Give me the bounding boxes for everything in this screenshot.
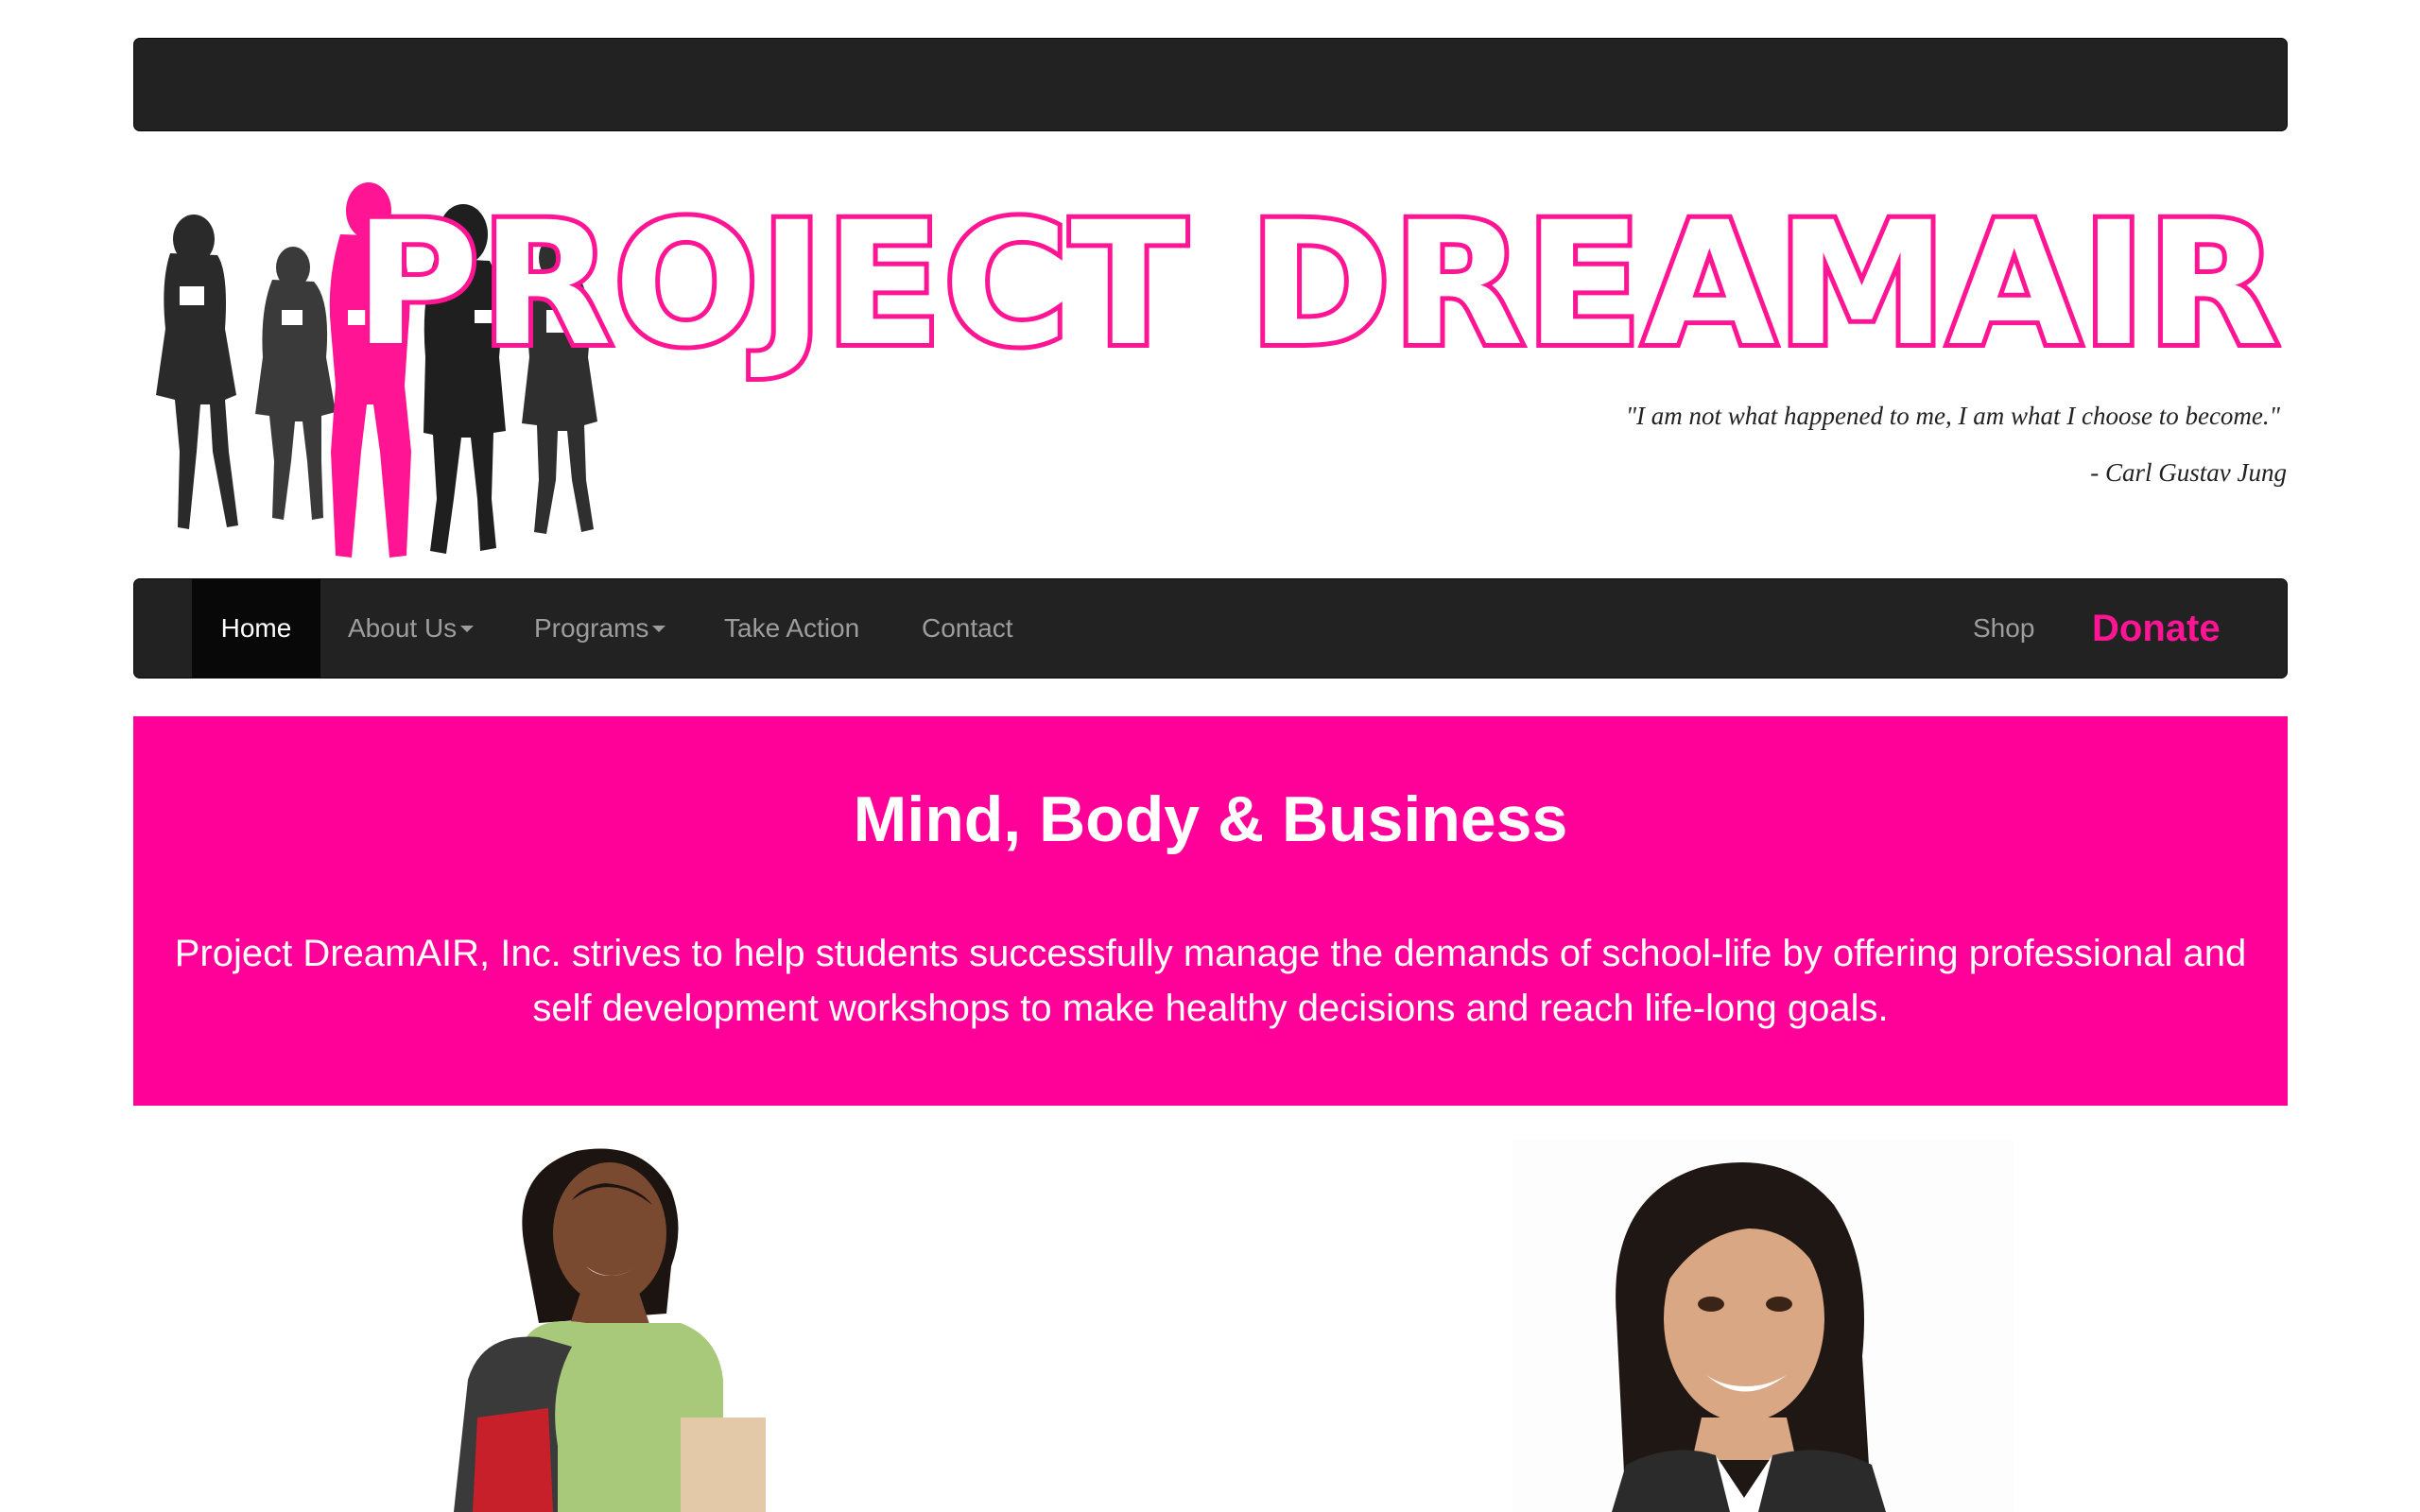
donate-button[interactable]: Donate [2092, 579, 2221, 678]
hero-banner: Mind, Body & Business Project DreamAIR, … [133, 716, 2288, 1106]
quote-author: - Carl Gustav Jung [2090, 458, 2287, 487]
nav-contact[interactable]: Contact [922, 579, 1013, 678]
nav-home[interactable]: Home [192, 579, 320, 678]
nav-shop[interactable]: Shop [1973, 579, 2034, 678]
page: Project DreamAIR "I am not what happened… [0, 0, 2420, 1512]
site-title: Project DreamAIR [350, 186, 2283, 384]
chevron-down-icon [460, 625, 475, 632]
donate-label: Donate [2092, 607, 2221, 649]
nav-home-label: Home [220, 613, 292, 643]
nav-programs-label: Programs [534, 613, 649, 643]
nav-take-action[interactable]: Take Action [724, 579, 859, 678]
smiling-woman-photo[interactable] [1512, 1139, 2014, 1512]
nav-about-us[interactable]: About Us [348, 579, 475, 678]
top-bar [133, 38, 2288, 131]
header-quote: "I am not what happened to me, I am what… [1625, 402, 2280, 430]
nav-programs[interactable]: Programs [534, 579, 666, 678]
nav-about-us-label: About Us [348, 613, 458, 643]
nav-contact-label: Contact [922, 613, 1013, 643]
main-navbar: Home About Us Programs Take Action Conta… [133, 578, 2288, 679]
student-with-backpack-photo[interactable] [397, 1134, 926, 1512]
chevron-down-icon [652, 625, 666, 632]
hero-title: Mind, Body & Business [853, 783, 1568, 855]
hero-text: Project DreamAIR, Inc. strives to help s… [174, 933, 2247, 1029]
nav-take-action-label: Take Action [724, 613, 860, 643]
nav-shop-label: Shop [1973, 613, 2035, 643]
